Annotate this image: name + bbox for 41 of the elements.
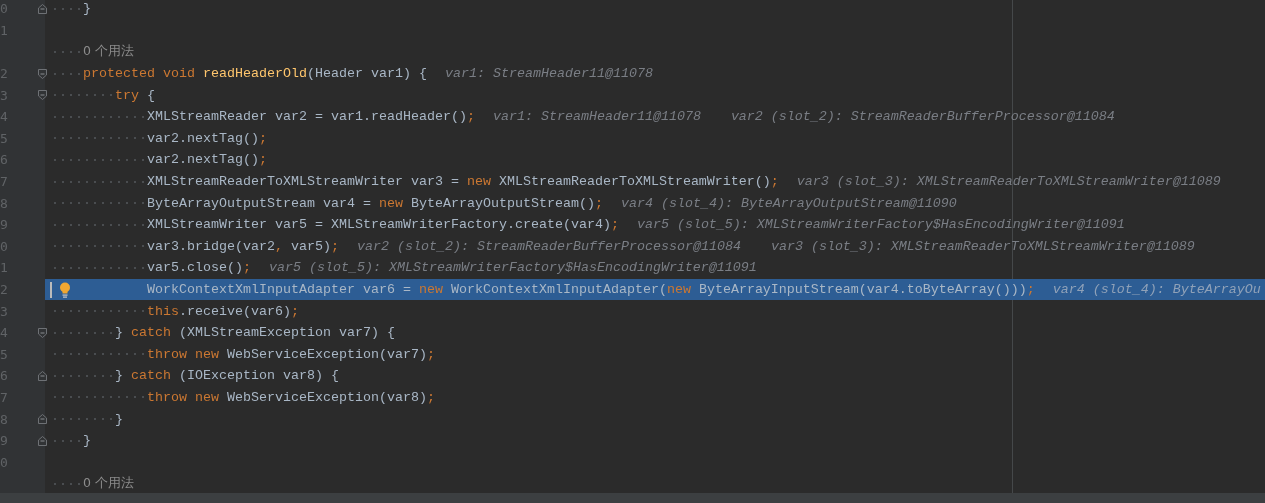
code-line: } catch (IOException var8) {	[115, 368, 339, 384]
fold-marker-icon[interactable]	[38, 414, 47, 425]
code-line: XMLStreamReader var2 = var1.readHeader();	[147, 109, 475, 125]
inline-value-hint: var3 (slot_3): XMLStreamReaderToXMLStreamWriter@11089	[770, 238, 1195, 254]
inline-value-hint: var1: StreamHeader11@11078	[492, 109, 701, 125]
code-line: protected void readHeaderOld(Header var1) {	[83, 66, 427, 82]
fold-marker-icon[interactable]	[38, 371, 47, 382]
code-line: }	[83, 433, 91, 449]
inline-value-hint: var3 (slot_3): XMLStreamReaderToXMLStreamWriter@11089	[796, 174, 1221, 190]
code-line: var5.close();	[147, 260, 251, 276]
usage-count-hint[interactable]: 0 个用法	[83, 475, 134, 493]
fold-marker-icon[interactable]	[38, 435, 47, 446]
inline-value-hint: var5 (slot_5): XMLStreamWriterFactory$HasEncodingWriter@11091	[268, 260, 757, 276]
code-line: throw new WebServiceException(var8);	[147, 390, 435, 405]
code-line: XMLStreamReaderToXMLStreamWriter var3 = new XMLStreamReaderToXMLStreamWriter();	[147, 174, 779, 190]
usage-count-hint[interactable]: 0 个用法	[83, 43, 134, 61]
code-line: throw new WebServiceException(var7);	[147, 346, 435, 362]
code-line: this.receive(var6);	[147, 303, 299, 319]
code-line: var3.bridge(var2, var5);	[147, 238, 339, 254]
code-line: } catch (XMLStreamException var7) {	[115, 325, 395, 341]
inline-value-hint: var4 (slot_4): ByteArrayOu	[1052, 282, 1261, 297]
inline-value-hint: var2 (slot_2): StreamReaderBufferProcessor@11084	[730, 109, 1115, 125]
code-line: XMLStreamWriter var5 = XMLStreamWriterFactory.create(var4);	[147, 217, 619, 233]
code-line: try {	[115, 87, 155, 103]
fold-marker-icon[interactable]	[38, 327, 47, 338]
code-line: var2.nextTag();	[147, 152, 267, 168]
inline-value-hint: var2 (slot_2): StreamReaderBufferProcessor@11084	[356, 238, 741, 254]
code-line: var2.nextTag();	[147, 130, 267, 146]
text-caret	[50, 281, 52, 298]
lightbulb-icon[interactable]	[59, 281, 71, 298]
code-line: }	[115, 411, 123, 427]
horizontal-scrollbar[interactable]	[0, 493, 1265, 503]
code-line: ByteArrayOutputStream var4 = new ByteArrayOutputStream();	[147, 195, 603, 211]
code-line: WorkContextXmlInputAdapter var6 = new WorkContextXmlInputAdapter(new ByteArrayInputStream(var4.toByteArray()));	[147, 282, 1035, 297]
inline-value-hint: var4 (slot_4): ByteArrayOutputStream@11090	[620, 195, 957, 211]
inline-value-hint: var1: StreamHeader11@11078	[444, 66, 653, 82]
inline-value-hint: var5 (slot_5): XMLStreamWriterFactory$HasEncodingWriter@11091	[636, 217, 1125, 233]
fold-marker-icon[interactable]	[38, 68, 47, 79]
code-line: }	[83, 1, 91, 17]
fold-marker-icon[interactable]	[38, 4, 47, 14]
fold-marker-icon[interactable]	[38, 90, 47, 101]
